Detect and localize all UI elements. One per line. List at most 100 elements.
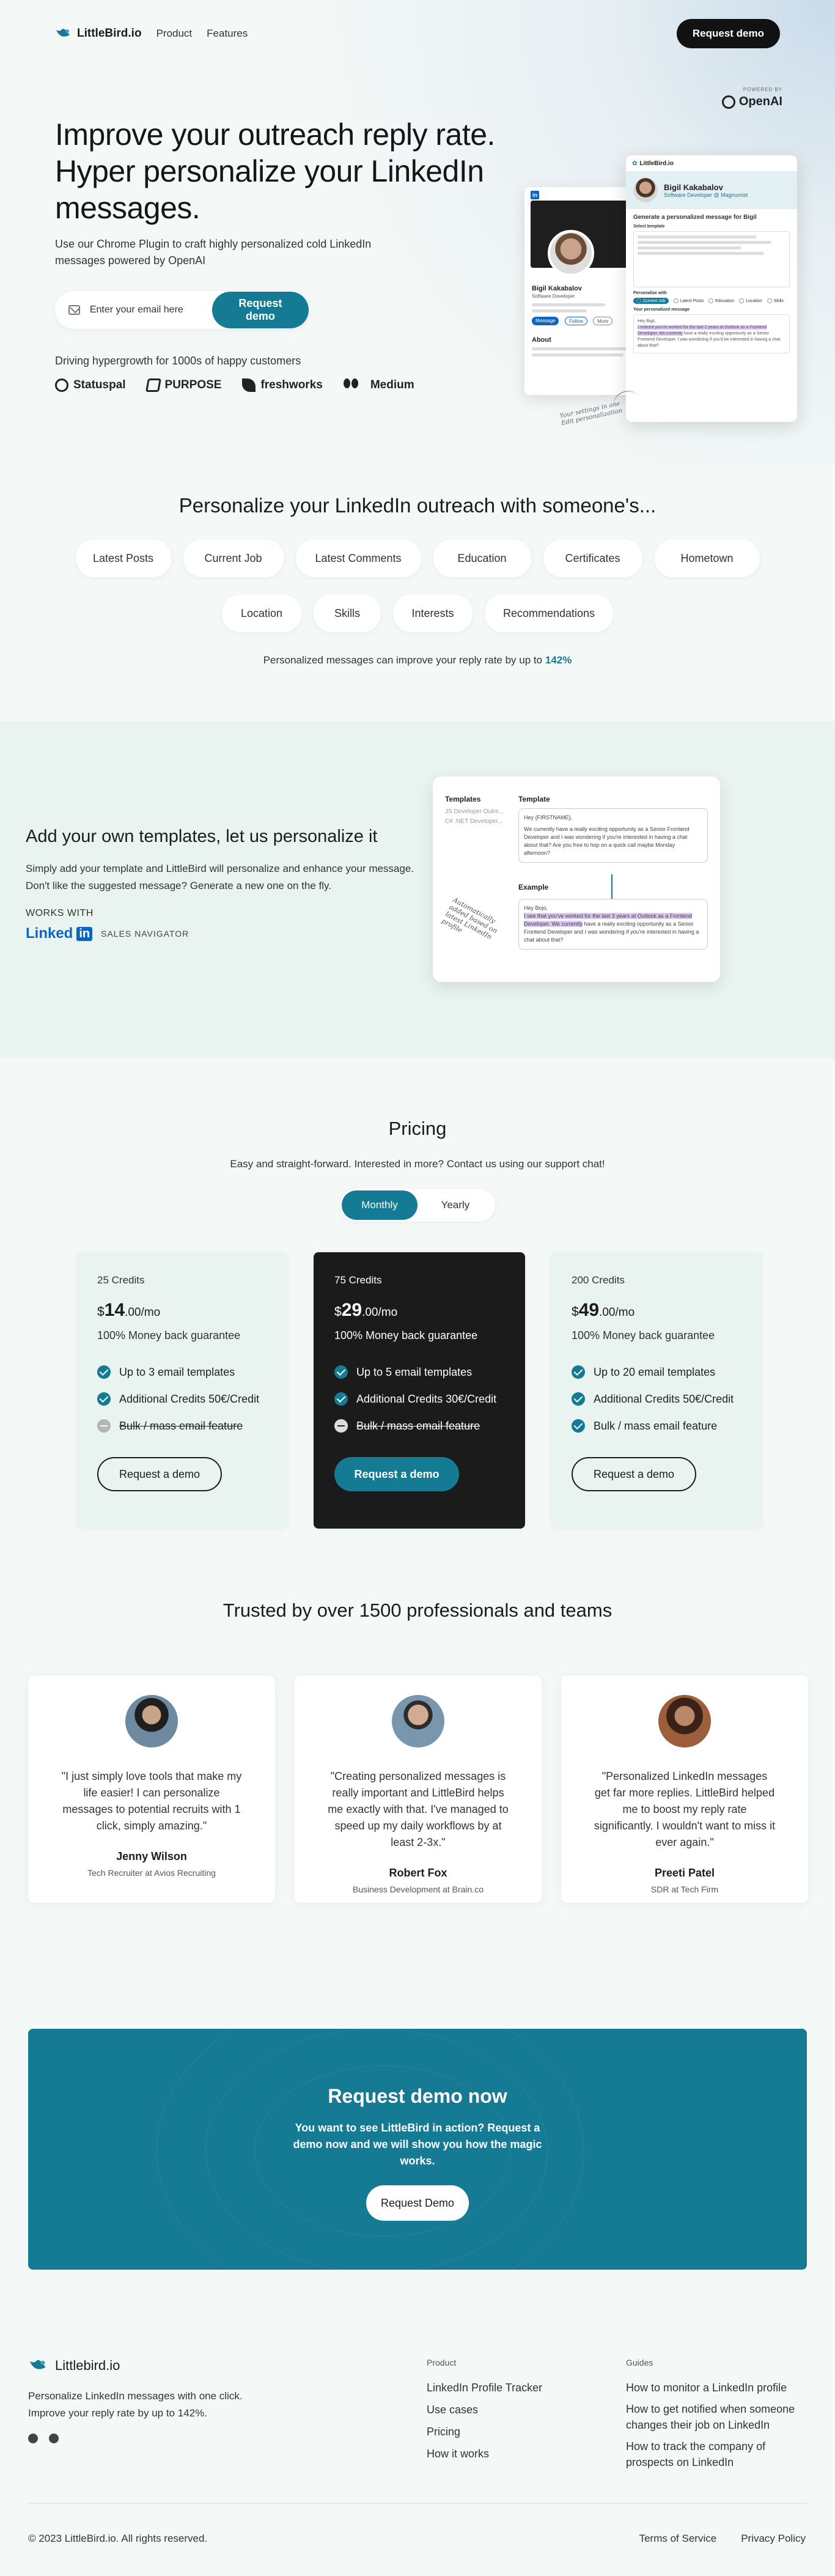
- email-form: Request demo: [55, 291, 309, 329]
- linkedin-icon: in: [531, 191, 539, 199]
- check-icon: [572, 1392, 585, 1406]
- plan-features: Up to 20 email templates Additional Cred…: [572, 1365, 741, 1433]
- linkedin-in-icon: in: [76, 926, 93, 941]
- toggle-monthly[interactable]: Monthly: [342, 1190, 418, 1220]
- pricing-title: Pricing: [388, 1118, 447, 1139]
- personalize-title: Personalize your LinkedIn outreach with …: [178, 494, 657, 517]
- plan-price: $49.00/mo: [572, 1300, 635, 1320]
- chip-current-job: Current Job: [183, 539, 284, 577]
- footer-link[interactable]: Pricing: [427, 2424, 542, 2440]
- plugin-personalize-with: Personalize with: [633, 291, 667, 295]
- footer-link[interactable]: How to get notified when someone changes…: [626, 2401, 809, 2433]
- customer-name: PURPOSE: [164, 378, 222, 391]
- nav-request-demo-button[interactable]: Request demo: [676, 19, 780, 48]
- chip-hometown: Hometown: [654, 539, 760, 577]
- toggle-yearly[interactable]: Yearly: [418, 1190, 493, 1220]
- plan-guarantee: 100% Money back guarantee: [572, 1329, 715, 1342]
- testimonial-role: SDR at Tech Firm: [650, 1884, 719, 1894]
- customer-purpose: PURPOSE: [145, 378, 222, 392]
- example-text-box: Hey Bojo, I see that you've worked for t…: [518, 899, 708, 950]
- feature-item: Up to 5 email templates: [334, 1365, 504, 1379]
- freshworks-icon: [242, 378, 256, 392]
- sales-navigator-text: SALES NAVIGATOR: [101, 929, 189, 939]
- placeholder-line: [532, 303, 605, 306]
- email-input[interactable]: [89, 304, 212, 316]
- plugin-header: ✿ LittleBird.io: [626, 155, 797, 171]
- terms-link[interactable]: Terms of Service: [639, 2533, 717, 2545]
- nav-link-features[interactable]: Features: [207, 28, 248, 40]
- plugin-app-name: LittleBird.io: [639, 160, 674, 167]
- footer-link[interactable]: How it works: [427, 2446, 542, 2462]
- templates-section: Add your own templates, let us personali…: [0, 722, 835, 1058]
- footer-link[interactable]: How to monitor a LinkedIn profile: [626, 2380, 809, 2396]
- handwritten-note: Your settings in one Edit personalizatio…: [559, 400, 623, 427]
- mock-message-button: Message: [532, 317, 559, 325]
- customer-name: freshworks: [260, 378, 323, 391]
- minus-icon: [97, 1419, 111, 1433]
- plan-guarantee: 100% Money back guarantee: [334, 1329, 478, 1342]
- hero-content: Improve your outreach reply rate. Hyper …: [55, 116, 575, 392]
- placeholder-line: [638, 235, 756, 238]
- plan-credits: 200 Credits: [572, 1274, 625, 1286]
- chip-latest-comments: Latest Comments: [295, 539, 421, 577]
- plan-request-demo-button[interactable]: Request a demo: [97, 1457, 222, 1491]
- templates-column-title: Templates: [445, 795, 481, 803]
- plan-request-demo-button[interactable]: Request a demo: [572, 1457, 696, 1491]
- plugin-message-label: Your personalized message: [633, 308, 690, 312]
- twitter-icon[interactable]: [49, 2434, 59, 2443]
- placeholder-line: [532, 309, 587, 312]
- billing-toggle: Monthly Yearly: [340, 1189, 495, 1222]
- footer-link[interactable]: LinkedIn Profile Tracker: [427, 2380, 542, 2396]
- pricing-card-starter: 25 Credits $14.00/mo 100% Money back gua…: [76, 1252, 288, 1529]
- placeholder-line: [532, 353, 623, 356]
- plugin-profile: Bigil Kakabalov Software Developer @ Mag…: [626, 171, 797, 209]
- privacy-link[interactable]: Privacy Policy: [741, 2533, 806, 2545]
- pricing-card-business: 200 Credits $49.00/mo 100% Money back gu…: [551, 1252, 762, 1529]
- demo-request-button[interactable]: Request Demo: [366, 2185, 469, 2221]
- plan-request-demo-button[interactable]: Request a demo: [334, 1457, 459, 1491]
- customer-name: Statuspal: [73, 378, 126, 391]
- templates-content: Add your own templates, let us personali…: [26, 827, 417, 942]
- customer-statuspal: Statuspal: [55, 378, 126, 392]
- testimonial-role: Tech Recruiter at Avios Recruiting: [87, 1868, 216, 1878]
- placeholder-line: [532, 347, 636, 350]
- facebook-icon[interactable]: [28, 2434, 38, 2443]
- option-skills: Skills: [767, 298, 784, 304]
- plugin-select-template: Select template: [633, 224, 665, 229]
- mock-profile-name: Bigil Kakabalov: [532, 285, 582, 292]
- footer-link[interactable]: How to track the company of prospects on…: [626, 2438, 809, 2470]
- logo[interactable]: LittleBird.io: [55, 26, 142, 41]
- powered-by-label: POWERED BY: [743, 87, 782, 92]
- chip-interests: Interests: [393, 594, 473, 632]
- openai-text: OpenAI: [738, 95, 782, 108]
- plugin-body: Generate a personalized message for Bigi…: [626, 209, 797, 358]
- templates-description: Simply add your template and LittleBird …: [26, 863, 414, 891]
- hero-headline: Improve your outreach reply rate. Hyper …: [55, 117, 495, 225]
- hero-request-demo-button[interactable]: Request demo: [212, 292, 309, 328]
- testimonial-cards: "I just simply love tools that make my l…: [28, 1675, 808, 1903]
- customer-medium: Medium: [343, 378, 414, 392]
- pricing-subtitle: Easy and straight-forward. Interested in…: [230, 1158, 605, 1170]
- option-current-job: Current Job: [633, 298, 669, 304]
- avatar: [392, 1695, 444, 1747]
- hero-section: LittleBird.io Product Features Request d…: [0, 0, 835, 465]
- templates-title: Add your own templates, let us personali…: [26, 827, 378, 846]
- testimonial-name: Jenny Wilson: [116, 1850, 187, 1862]
- bird-logo-icon: [55, 26, 72, 41]
- testimonial-card: "Creating personalized messages is reall…: [295, 1675, 542, 1903]
- footer-link[interactable]: Use cases: [427, 2402, 542, 2418]
- nav-link-product[interactable]: Product: [156, 28, 193, 40]
- testimonial-name: Robert Fox: [389, 1867, 447, 1879]
- handwritten-note: Automatically added based on latest Link…: [440, 896, 499, 942]
- feature-item: Bulk / mass email feature: [97, 1419, 267, 1433]
- feature-item: Additional Credits 50€/Credit: [97, 1392, 267, 1406]
- footer-logo[interactable]: Littlebird.io: [28, 2357, 120, 2374]
- pricing-card-pro: 75 Credits $29.00/mo 100% Money back gua…: [314, 1252, 525, 1529]
- testimonial-role: Business Development at Brain.co: [353, 1884, 484, 1894]
- hero-subtitle: Use our Chrome Plugin to craft highly pe…: [55, 238, 372, 267]
- feature-item: Bulk / mass email feature: [572, 1419, 741, 1433]
- plugin-profile-info: Bigil Kakabalov Software Developer @ Mag…: [664, 183, 748, 198]
- customers-tagline: Driving hypergrowth for 1000s of happy c…: [55, 355, 301, 367]
- chip-recommendations: Recommendations: [485, 594, 613, 632]
- testimonial-name: Preeti Patel: [654, 1867, 715, 1879]
